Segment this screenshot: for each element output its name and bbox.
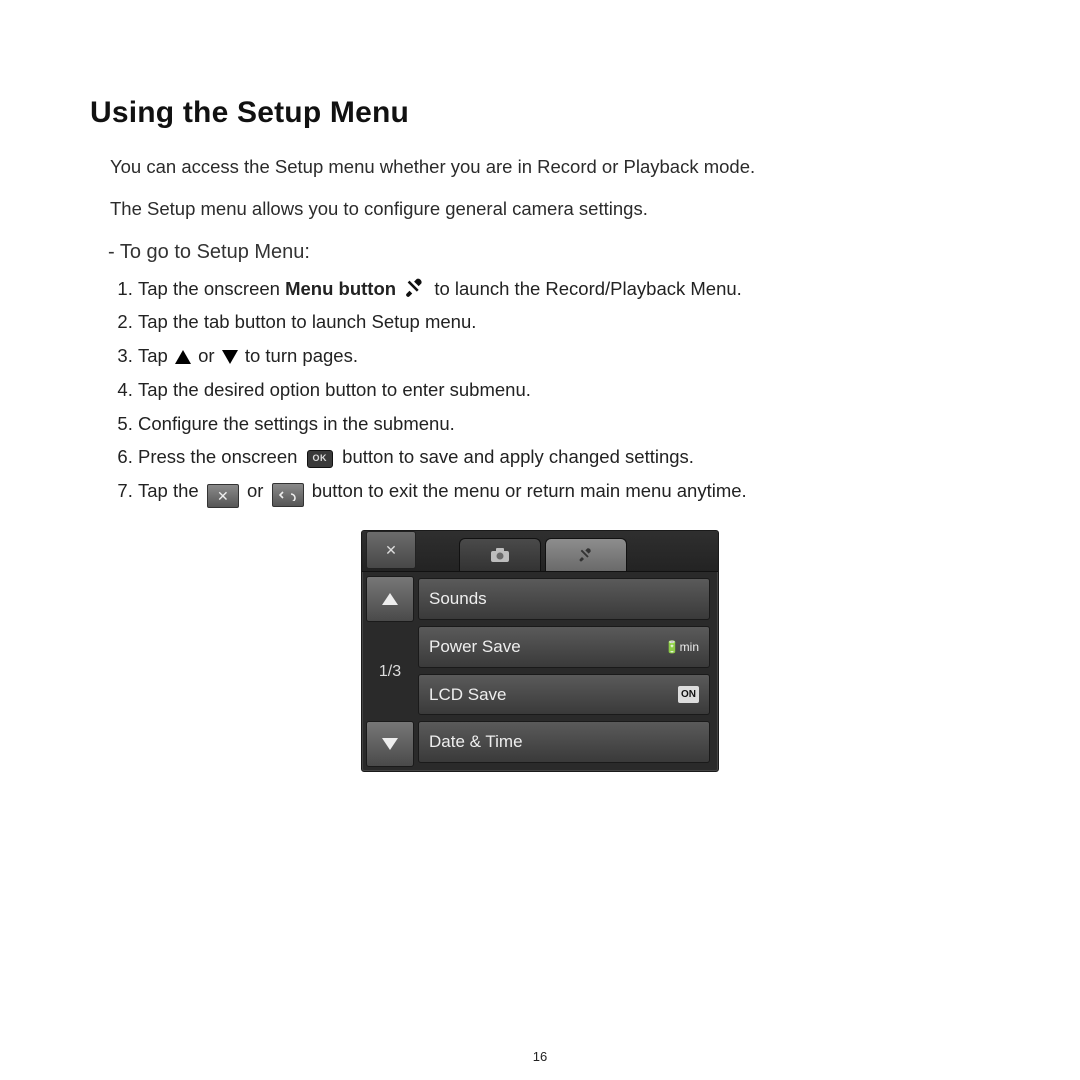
step-6-text-b: button to save and apply changed setting…: [342, 446, 694, 467]
device-row-value-icon: 🔋min: [665, 638, 699, 656]
step-1-text-a: Tap the onscreen: [138, 278, 285, 299]
step-1-text-b: to launch the Record/Playback Menu.: [434, 278, 741, 299]
device-screenshot: ✕ 1/3 Sounds Power Save 🔋min L: [361, 530, 719, 772]
intro-line-1: You can access the Setup menu whether yo…: [110, 153, 990, 181]
device-row-date-time[interactable]: Date & Time: [418, 721, 710, 763]
device-topbar: ✕: [362, 531, 718, 572]
subheading: - To go to Setup Menu:: [108, 237, 990, 267]
intro-line-2: The Setup menu allows you to configure g…: [110, 195, 990, 223]
device-row-label: Sounds: [429, 586, 487, 612]
device-row-label: LCD Save: [429, 682, 506, 708]
step-4: Tap the desired option button to enter s…: [138, 376, 990, 404]
device-side-nav: 1/3: [362, 572, 418, 771]
step-3-mid: or: [198, 345, 220, 366]
page-number: 16: [0, 1047, 1080, 1067]
triangle-up-icon: [175, 350, 191, 364]
step-3: Tap or to turn pages.: [138, 342, 990, 370]
close-icon: ✕: [207, 484, 239, 508]
steps-list: Tap the onscreen Menu button to launch t…: [90, 275, 990, 509]
page-title: Using the Setup Menu: [90, 90, 990, 135]
step-7-text-a: Tap the: [138, 480, 204, 501]
device-option-list: Sounds Power Save 🔋min LCD Save ON Date …: [418, 572, 718, 771]
ok-icon: OK: [307, 450, 334, 468]
step-7: Tap the ✕ or button to exit the menu or …: [138, 477, 990, 508]
device-page-indicator: 1/3: [366, 652, 414, 692]
step-7-mid: or: [247, 480, 269, 501]
back-icon: [272, 483, 304, 507]
step-1-bold: Menu button: [285, 278, 396, 299]
wrench-icon: [403, 277, 427, 299]
step-2: Tap the tab button to launch Setup menu.: [138, 308, 990, 336]
step-3-text-b: to turn pages.: [245, 345, 358, 366]
step-7-text-b: button to exit the menu or return main m…: [312, 480, 747, 501]
step-5: Configure the settings in the submenu.: [138, 410, 990, 438]
triangle-down-icon: [222, 350, 238, 364]
device-row-lcd-save[interactable]: LCD Save ON: [418, 674, 710, 716]
device-page-up[interactable]: [366, 576, 414, 622]
device-page-down[interactable]: [366, 721, 414, 767]
device-tab-camera[interactable]: [459, 538, 541, 571]
device-row-sounds[interactable]: Sounds: [418, 578, 710, 620]
step-6-text-a: Press the onscreen: [138, 446, 303, 467]
device-close-button[interactable]: ✕: [366, 531, 416, 569]
device-tabs: [420, 538, 666, 571]
device-tab-setup[interactable]: [545, 538, 627, 571]
step-3-text-a: Tap: [138, 345, 173, 366]
step-6: Press the onscreen OK button to save and…: [138, 443, 990, 471]
step-1: Tap the onscreen Menu button to launch t…: [138, 275, 990, 303]
device-row-value: ON: [678, 686, 699, 703]
device-row-label: Date & Time: [429, 729, 523, 755]
device-row-power-save[interactable]: Power Save 🔋min: [418, 626, 710, 668]
device-row-label: Power Save: [429, 634, 521, 660]
